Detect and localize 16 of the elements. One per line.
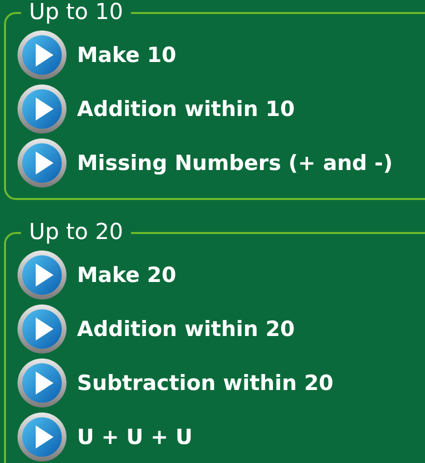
section-title: Up to 20: [28, 220, 124, 246]
lesson-title[interactable]: Addition within 10: [77, 97, 295, 121]
play-button-icon[interactable]: [17, 358, 67, 408]
play-button-icon[interactable]: [17, 250, 67, 300]
lesson-title[interactable]: Subtraction within 20: [77, 371, 334, 395]
section-title: Up to 10: [28, 0, 124, 26]
lesson-title[interactable]: Addition within 20: [77, 317, 295, 341]
lesson-title[interactable]: U + U + U: [77, 425, 193, 449]
play-button-icon[interactable]: [17, 138, 67, 188]
play-button-icon[interactable]: [17, 412, 67, 462]
lesson-title[interactable]: Missing Numbers (+ and -): [77, 151, 393, 175]
play-button-icon[interactable]: [17, 84, 67, 134]
play-button-icon[interactable]: [17, 304, 67, 354]
lesson-title[interactable]: Make 20: [77, 263, 176, 287]
lesson-title[interactable]: Make 10: [77, 43, 176, 67]
play-button-icon[interactable]: [17, 30, 67, 80]
